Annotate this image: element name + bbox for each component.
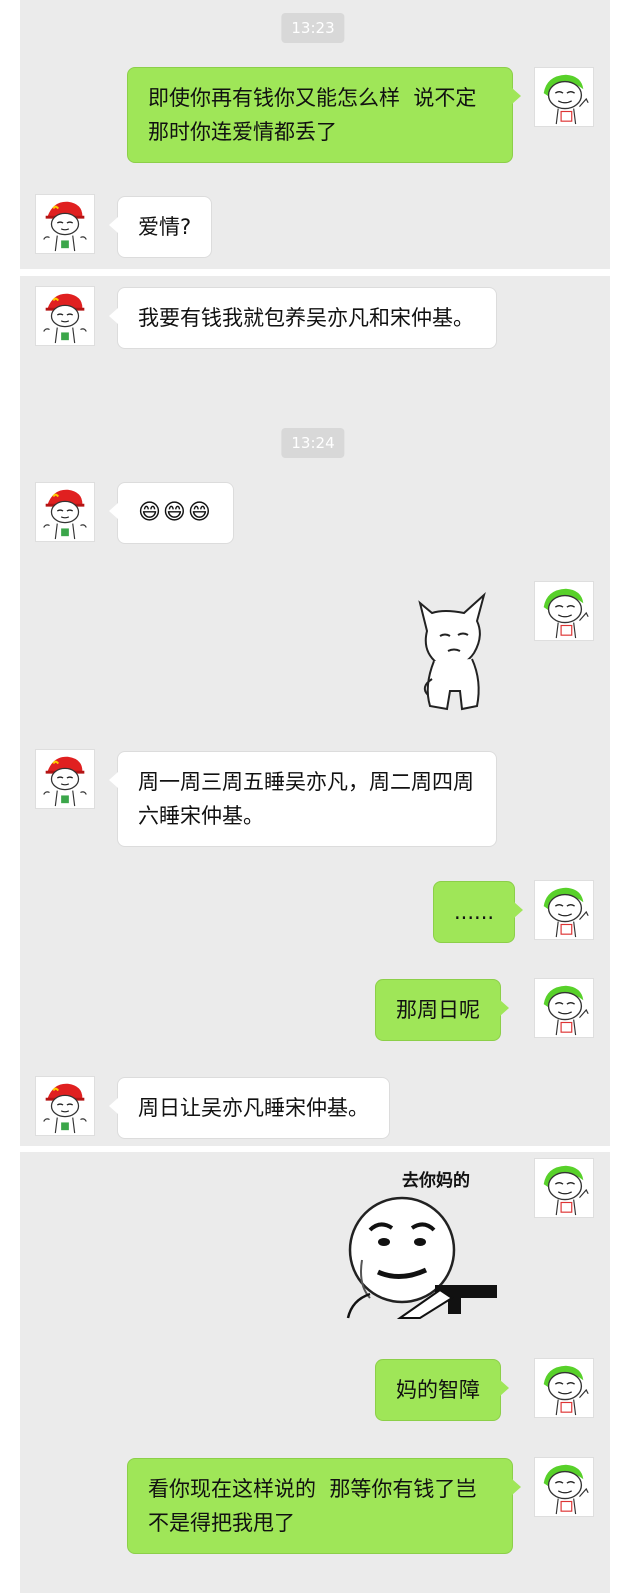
my-avatar-icon[interactable]	[534, 67, 594, 127]
message-bubble-received[interactable]: 爱情?	[108, 196, 213, 258]
my-avatar-icon[interactable]	[534, 1158, 594, 1218]
chat-screenshot-1: 13:23 即使你再有钱你又能怎么样 说不定那时你连爱情都丢了 爱情?	[20, 0, 610, 269]
message-bubble-sent[interactable]: 看你现在这样说的 那等你有钱了岂不是得把我甩了	[127, 1458, 521, 1554]
friend-avatar-icon[interactable]	[35, 286, 95, 346]
chat-screenshot-2: 我要有钱我就包养吴亦凡和宋仲基。 13:24 😄😄😄 周一周三周五睡吴亦凡，周二…	[20, 276, 610, 1146]
message-bubble-sent[interactable]: ......	[433, 881, 524, 943]
sticker-caption: 去你妈的	[402, 1171, 470, 1191]
side-eye-cat-sticker[interactable]	[402, 591, 502, 716]
timestamp: 13:24	[281, 428, 345, 458]
message-bubble-sent[interactable]: 妈的智障	[375, 1359, 509, 1421]
timestamp: 13:23	[281, 13, 345, 43]
friend-avatar-icon[interactable]	[35, 749, 95, 809]
friend-avatar-icon[interactable]	[35, 482, 95, 542]
gun-meme-sticker[interactable]: 去你妈的	[340, 1162, 510, 1322]
friend-avatar-icon[interactable]	[35, 194, 95, 254]
message-bubble-received[interactable]: 😄😄😄	[109, 482, 234, 544]
message-bubble-sent[interactable]: 即使你再有钱你又能怎么样 说不定那时你连爱情都丢了	[127, 67, 521, 163]
friend-avatar-icon[interactable]	[35, 1076, 95, 1136]
message-bubble-sent[interactable]: 那周日呢	[375, 979, 509, 1041]
my-avatar-icon[interactable]	[534, 1358, 594, 1418]
my-avatar-icon[interactable]	[534, 1457, 594, 1517]
my-avatar-icon[interactable]	[534, 978, 594, 1038]
my-avatar-icon[interactable]	[534, 581, 594, 641]
message-bubble-received[interactable]: 周一周三周五睡吴亦凡，周二周四周六睡宋仲基。	[109, 751, 497, 847]
my-avatar-icon[interactable]	[534, 880, 594, 940]
message-bubble-received[interactable]: 周日让吴亦凡睡宋仲基。	[109, 1077, 390, 1139]
chat-screenshot-3: 去你妈的 妈的智障 看你现在这样说的 那等你有钱了岂不是得把我甩了	[20, 1152, 610, 1593]
message-bubble-received[interactable]: 我要有钱我就包养吴亦凡和宋仲基。	[109, 287, 497, 349]
